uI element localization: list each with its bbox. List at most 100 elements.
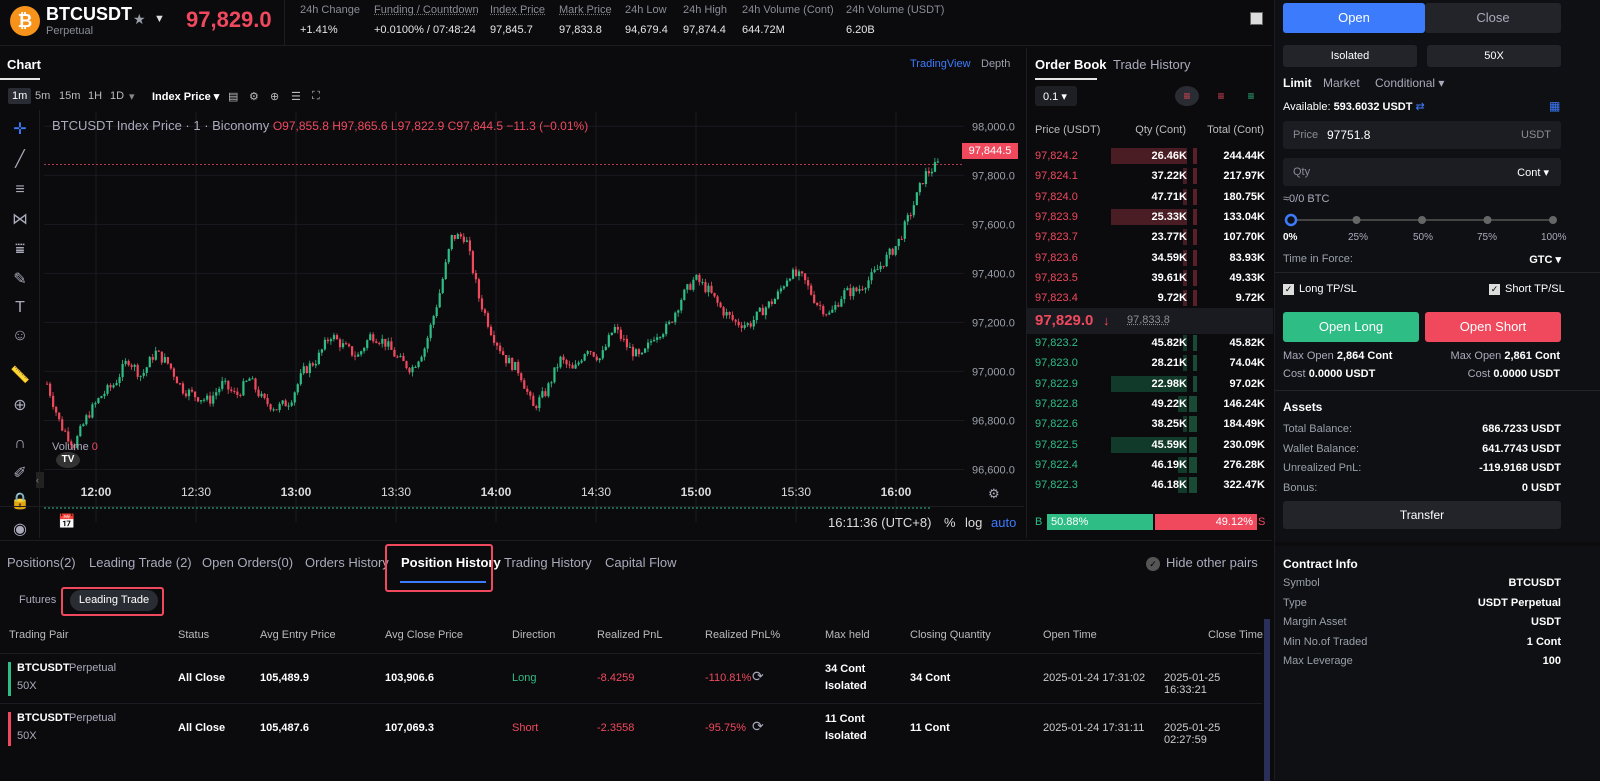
gear-icon[interactable]: ⚙ [245,88,263,105]
history-tab[interactable]: Orders History [305,555,389,570]
bid-row[interactable]: 97,822.6 38.25K 184.49K [1027,414,1273,434]
open-tab-button[interactable]: Open [1283,3,1425,33]
table-row[interactable]: BTCUSDT Perpetual 50X All Close 105,489.… [0,653,1262,703]
scrollbar[interactable] [1264,619,1270,781]
tab-market[interactable]: Market [1323,76,1360,90]
ask-row[interactable]: 97,824.2 26.46K 244.44K [1027,146,1273,166]
tab-trade-history[interactable]: Trade History [1113,57,1191,72]
bid-row[interactable]: 97,822.9 22.98K 97.02K [1027,374,1273,394]
indicator-icon[interactable]: ▤ [224,88,242,105]
share-icon[interactable]: ⟳ [752,668,764,685]
price-type-select[interactable]: Index Price ▾ [148,88,223,105]
crosshair-icon[interactable]: ✛ [10,120,30,140]
add-icon[interactable]: ⊕ [266,88,283,105]
trendline-icon[interactable]: ╱ [10,150,30,170]
share-icon[interactable]: ⟳ [752,718,764,735]
column-header[interactable]: Closing Quantity [910,629,991,641]
short-tpsl-checkbox[interactable]: ✓ Short TP/SL [1489,283,1565,295]
chevron-down-icon[interactable]: ▼ [154,13,165,25]
column-header[interactable]: Direction [512,629,555,641]
column-header[interactable]: Open Time [1043,629,1097,641]
open-short-button[interactable]: Open Short [1425,312,1561,342]
bid-row[interactable]: 97,823.0 28.21K 74.04K [1027,353,1273,373]
eye-icon[interactable]: ◉ [10,520,30,540]
long-tpsl-checkbox[interactable]: ✓ Long TP/SL [1283,283,1357,295]
zoom-icon[interactable]: ⊕ [10,396,30,416]
column-header[interactable]: Status [178,629,209,641]
symbol-name[interactable]: BTCUSDT [46,4,132,25]
ask-row[interactable]: 97,824.0 47.71K 180.75K [1027,187,1273,207]
timeframe-1h[interactable]: 1H [84,88,106,104]
history-tab[interactable]: Positions(2) [7,555,76,570]
text-icon[interactable]: T [10,298,30,318]
emoji-icon[interactable]: ☺ [10,326,30,346]
ask-row[interactable]: 97,823.4 9.72K 9.72K [1027,288,1273,308]
column-header[interactable]: Close Time [1208,629,1263,641]
bid-row[interactable]: 97,823.2 45.82K 45.82K [1027,333,1273,353]
ask-row[interactable]: 97,824.1 37.22K 217.97K [1027,166,1273,186]
open-long-button[interactable]: Open Long [1283,312,1419,342]
tab-tradingview[interactable]: TradingView [910,58,971,70]
qty-input[interactable]: Qty Cont ▾ [1283,158,1561,186]
subtab-futures[interactable]: Futures [19,594,56,606]
tab-limit[interactable]: Limit [1283,76,1312,90]
history-tab[interactable]: Leading Trade (2) [89,555,192,570]
price-axis[interactable]: 98,000.0 97,800.0 97,600.0 97,400.0 97,200.0… [964,112,1024,492]
ask-row[interactable]: 97,823.9 25.33K 133.04K [1027,207,1273,227]
ask-row[interactable]: 97,823.6 34.59K 83.93K [1027,248,1273,268]
log-toggle[interactable]: log [965,515,982,530]
transfer-icon[interactable]: ⇄ [1416,101,1425,113]
history-tab[interactable]: Capital Flow [605,555,677,570]
image-icon[interactable] [1250,12,1263,25]
tab-depth[interactable]: Depth [981,58,1010,70]
axis-settings-icon[interactable]: ⚙ [988,486,1000,502]
column-header[interactable]: Max held [825,629,870,641]
tab-conditional[interactable]: Conditional ▾ [1375,76,1444,90]
column-header[interactable]: Realized PnL% [705,629,780,641]
template-icon[interactable]: ☰ [287,88,305,105]
brush-icon[interactable]: ✎ [10,270,30,290]
projection-icon[interactable]: ⩸ [10,240,30,260]
time-axis[interactable]: 12:00 12:30 13:00 13:30 14:00 14:30 15:00 15:30… [44,482,984,502]
close-tab-button[interactable]: Close [1425,3,1561,33]
star-icon[interactable]: ★ [133,11,146,28]
ask-row[interactable]: 97,823.5 39.61K 49.33K [1027,268,1273,288]
bid-row[interactable]: 97,822.5 45.59K 230.09K [1027,435,1273,455]
slider-mark[interactable]: 50% [1413,232,1433,243]
qty-slider[interactable] [1283,212,1563,228]
lock-draw-icon[interactable]: ✐ [10,464,30,484]
chevron-down-icon[interactable]: ▾ [125,88,139,105]
timeframe-15m[interactable]: 15m [55,88,84,104]
history-tab[interactable]: Trading History [504,555,592,570]
lock-icon[interactable]: 🔒 [10,492,30,512]
fullscreen-icon[interactable]: ⛶ [308,88,324,105]
margin-mode-button[interactable]: Isolated [1283,45,1417,67]
qty-unit-select[interactable]: Cont ▾ [1517,166,1549,179]
transfer-button[interactable]: Transfer [1283,501,1561,529]
slider-mark[interactable]: 100% [1541,232,1567,243]
slider-mark[interactable]: 25% [1348,232,1368,243]
bid-row[interactable]: 97,822.4 46.19K 276.28K [1027,455,1273,475]
magnet-icon[interactable]: ∩ [10,434,30,454]
column-header[interactable]: Realized PnL [597,629,662,641]
bids-only-icon[interactable]: ≡ [1239,86,1263,106]
pattern-icon[interactable]: ⋈ [10,210,30,230]
table-row[interactable]: BTCUSDT Perpetual 50X All Close 105,487.… [0,703,1262,753]
column-header[interactable]: Avg Entry Price [260,629,336,641]
collapse-toolbar-icon[interactable]: ‹ [36,472,44,488]
timeframe-1m[interactable]: 1m [8,88,31,104]
asks-only-icon[interactable]: ≡ [1209,86,1233,106]
slider-mark[interactable]: 75% [1477,232,1497,243]
bid-row[interactable]: 97,822.3 46.18K 322.47K [1027,475,1273,495]
tab-chart[interactable]: Chart [7,57,41,72]
percent-toggle[interactable]: % [944,515,956,530]
calendar-icon[interactable]: 📅 [58,513,75,530]
tab-order-book[interactable]: Order Book [1035,57,1107,72]
precision-select[interactable]: 0.1 ▾ [1035,86,1077,106]
calculator-icon[interactable]: ▦ [1549,99,1560,113]
both-sides-icon[interactable]: ≡ [1175,86,1199,106]
candlestick-chart[interactable] [44,112,964,522]
hide-other-pairs-checkbox[interactable]: ✓ Hide other pairs [1146,555,1258,571]
auto-toggle[interactable]: auto [991,515,1016,530]
slider-mark[interactable]: 0% [1283,232,1297,243]
